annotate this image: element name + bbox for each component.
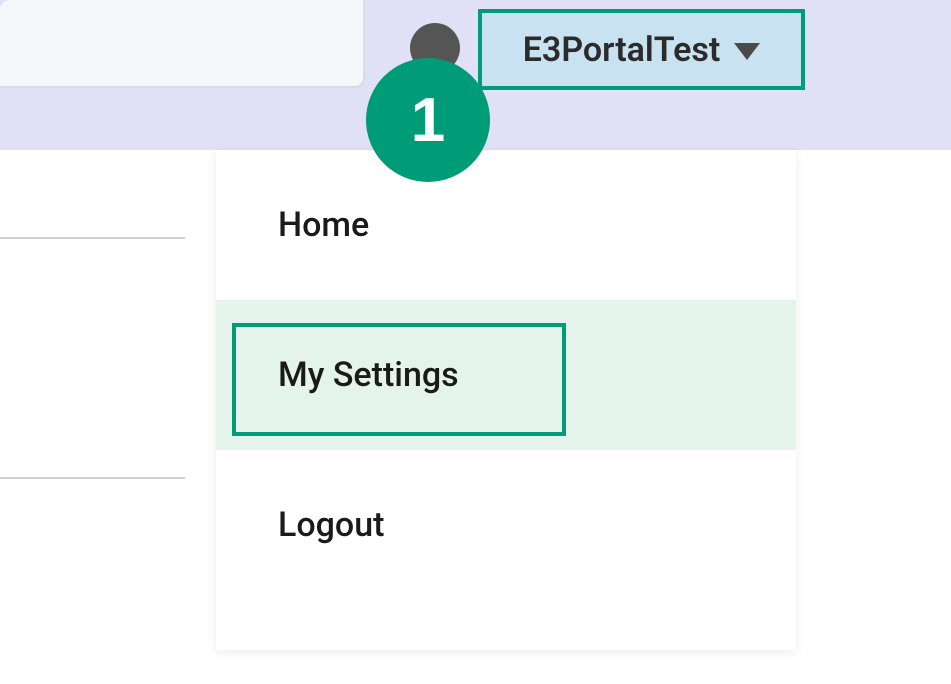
annotation-callout-number: 1 [411, 85, 445, 156]
menu-item-label: Logout [278, 505, 384, 545]
caret-down-icon [734, 43, 760, 60]
menu-item-label: Home [278, 205, 369, 245]
search-input[interactable] [0, 0, 365, 88]
menu-item-my-settings[interactable]: My Settings [216, 300, 796, 450]
menu-item-label: My Settings [278, 355, 459, 395]
divider-line [0, 237, 185, 239]
user-dropdown-menu: Home My Settings Logout [216, 150, 796, 650]
annotation-callout: 1 [366, 58, 490, 182]
menu-item-home[interactable]: Home [216, 150, 796, 300]
menu-item-logout[interactable]: Logout [216, 450, 796, 600]
user-dropdown-toggle[interactable]: E3PortalTest [478, 9, 805, 90]
user-dropdown-label: E3PortalTest [523, 30, 721, 70]
divider-line [0, 477, 185, 479]
